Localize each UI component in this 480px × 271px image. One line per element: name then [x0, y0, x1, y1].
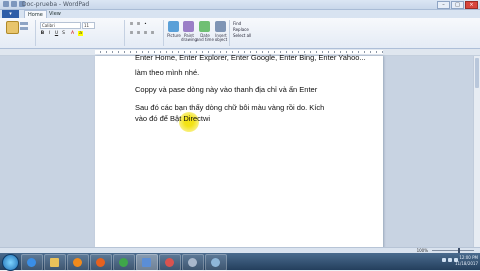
highlight-color-button[interactable]: a [78, 31, 83, 36]
insert-object-icon[interactable] [215, 21, 226, 32]
firefox-icon [96, 258, 105, 267]
decrease-indent-icon[interactable]: ≡ [129, 22, 134, 27]
font-size-select[interactable]: 11 [82, 22, 95, 29]
ruler-tick [376, 51, 377, 53]
clock-date: 11/18/2017 [454, 261, 478, 266]
font-group: Calibri 11 B I U S A a [38, 20, 125, 46]
paint-icon [165, 258, 174, 267]
wordpad-icon [142, 258, 151, 267]
align-right-icon[interactable]: ≡ [143, 31, 148, 36]
document-line: Coppy và pase dòng này vào thanh địa chỉ… [135, 85, 318, 94]
justify-icon[interactable]: ≡ [150, 31, 155, 36]
save-icon[interactable] [11, 1, 17, 7]
title-bar: Doc-prueba - WordPad – □ × [0, 0, 480, 10]
clipboard-group [3, 20, 36, 46]
bold-button[interactable]: B [40, 31, 45, 36]
scrollbar-thumb[interactable] [475, 58, 479, 88]
ruler-tick [370, 51, 371, 53]
date-time-icon[interactable] [199, 21, 210, 32]
font-name-select[interactable]: Calibri [40, 22, 81, 29]
font-color-button[interactable]: A [70, 31, 75, 36]
ruler-tick [112, 51, 113, 53]
ruler-tick [106, 51, 107, 53]
align-left-icon[interactable]: ≡ [129, 31, 134, 36]
document-workspace: Enter Home, Enter Explorer, Enter Google… [0, 53, 474, 253]
copy-icon[interactable] [20, 27, 28, 30]
taskbar-app[interactable] [182, 254, 204, 271]
zoom-slider[interactable] [432, 250, 474, 251]
taskbar-explorer[interactable] [44, 254, 66, 271]
window-controls: – □ × [437, 1, 478, 9]
vertical-scrollbar[interactable] [473, 56, 480, 253]
ruler-tick [124, 51, 125, 53]
bullets-icon[interactable]: • [143, 22, 148, 27]
close-button[interactable]: × [465, 1, 478, 9]
align-center-icon[interactable]: ≡ [136, 31, 141, 36]
picture-icon[interactable] [168, 21, 179, 32]
cut-icon[interactable] [20, 22, 28, 25]
select-all-button[interactable]: Select all [233, 33, 251, 38]
file-menu-button[interactable]: ▾ [2, 10, 19, 18]
maximize-button[interactable]: □ [451, 1, 464, 9]
paste-icon[interactable] [6, 21, 19, 34]
strikethrough-button[interactable]: S [61, 31, 66, 36]
ribbon-tabs: ▾ Home View [0, 10, 480, 18]
replace-button[interactable]: Replace [233, 27, 249, 32]
insert-group: Picture Paint drawing Date and time Inse… [165, 20, 230, 46]
taskbar-wordpad[interactable] [136, 254, 158, 271]
app-icon [188, 258, 197, 267]
ruler-tick [100, 51, 101, 53]
folder-icon [50, 258, 59, 267]
taskbar: 12:00 PM 11/18/2017 [0, 253, 480, 271]
taskbar-media[interactable] [67, 254, 89, 271]
network-icon[interactable] [442, 258, 446, 262]
taskbar-app[interactable] [205, 254, 227, 271]
editing-group: Find Replace Select all [231, 20, 265, 46]
find-button[interactable]: Find [233, 21, 241, 26]
tab-home[interactable]: Home [24, 10, 47, 18]
document-line: làm theo mình nhé. [135, 68, 200, 77]
start-button[interactable] [2, 254, 19, 271]
italic-button[interactable]: I [47, 31, 52, 36]
clock[interactable]: 12:00 PM 11/18/2017 [455, 255, 478, 267]
chrome-icon [119, 258, 128, 267]
ruler-tick [118, 51, 119, 53]
tab-view[interactable]: View [46, 10, 64, 18]
app-icon [211, 258, 220, 267]
document-line: Enter Home, Enter Explorer, Enter Google… [135, 53, 366, 62]
volume-icon[interactable] [448, 258, 452, 262]
ie-icon [27, 258, 36, 267]
taskbar-firefox[interactable] [90, 254, 112, 271]
document-line: vào đó để Bật Directwi [135, 114, 211, 123]
taskbar-chrome[interactable] [113, 254, 135, 271]
ribbon: Calibri 11 B I U S A a ≡ ≡ • ≡ ≡ ≡ ≡ Pic… [0, 18, 480, 49]
minimize-button[interactable]: – [437, 1, 450, 9]
paint-drawing-icon[interactable] [183, 21, 194, 32]
underline-button[interactable]: U [54, 31, 59, 36]
media-player-icon [73, 258, 82, 267]
taskbar-ie[interactable] [21, 254, 43, 271]
ruler-tick [130, 51, 131, 53]
paragraph-group: ≡ ≡ • ≡ ≡ ≡ ≡ [127, 20, 164, 46]
document-page[interactable]: Enter Home, Enter Explorer, Enter Google… [95, 53, 383, 253]
document-line: Sau đó các bạn thấy dòng chữ bôi màu vàn… [135, 103, 325, 112]
increase-indent-icon[interactable]: ≡ [136, 22, 141, 27]
ruler-tick [382, 51, 383, 53]
window-title: Doc-prueba - WordPad [22, 1, 90, 8]
insert-object-button-label[interactable]: Insert object [212, 34, 230, 42]
app-icon[interactable] [3, 1, 9, 7]
taskbar-paint[interactable] [159, 254, 181, 271]
